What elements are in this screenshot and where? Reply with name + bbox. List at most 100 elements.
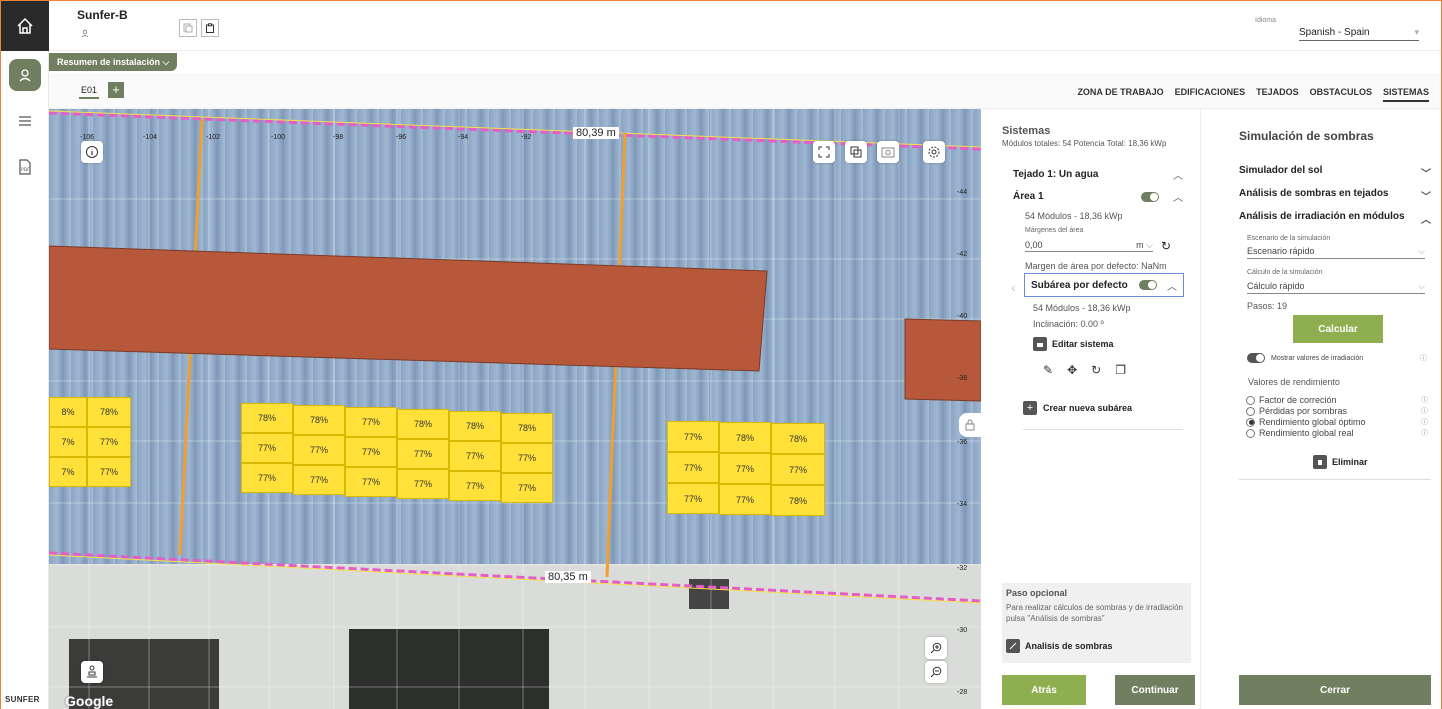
sun-simulator-accordion[interactable]: Simulador del sol ﹀ [1239, 165, 1431, 180]
screenshot-button[interactable] [877, 141, 899, 163]
module-cell[interactable]: 77% [345, 437, 397, 467]
refresh-icon[interactable]: ↻ [1161, 239, 1171, 253]
help-icon[interactable]: ⓘ [1420, 353, 1427, 363]
list-nav-button[interactable] [1, 115, 49, 127]
module-cell[interactable]: 77% [667, 452, 719, 483]
radio-optimal-performance[interactable]: Rendimiento global óptimo ⓘ [1246, 417, 1428, 427]
tab-building-e01[interactable]: E01 [79, 85, 100, 99]
module-cell[interactable]: 77% [667, 421, 719, 452]
subarea-accordion[interactable]: Subárea por defecto 1 ︿ [1024, 273, 1184, 297]
area-title: Área 1 [1013, 191, 1044, 202]
help-icon[interactable]: ⓘ [1421, 395, 1428, 405]
subarea-toggle[interactable] [1139, 280, 1157, 290]
street-view-button[interactable] [81, 661, 103, 683]
map-canvas[interactable]: -106 -104 -102 -100 -98 -96 -94 -92 -44 … [49, 109, 981, 709]
module-cell[interactable]: 77% [449, 471, 501, 501]
tab-obstaculos[interactable]: OBSTACULOS [1310, 87, 1372, 102]
zoom-in-button[interactable] [925, 637, 947, 659]
delete-button[interactable]: Eliminar [1313, 455, 1368, 469]
margins-input[interactable]: 0,00 m ⌵ [1025, 240, 1153, 252]
calc-select[interactable]: Cálculo rápido ⌵ [1247, 281, 1425, 294]
trash-icon [1313, 455, 1327, 469]
lock-button[interactable] [959, 413, 981, 437]
fullscreen-button[interactable] [813, 141, 835, 163]
user-nav-button[interactable] [9, 59, 41, 91]
module-cell[interactable]: 78% [397, 409, 449, 439]
radio-correction-factor[interactable]: Factor de correción ⓘ [1246, 395, 1428, 405]
copy-button[interactable] [179, 19, 197, 37]
help-icon[interactable]: ⓘ [1421, 406, 1428, 416]
help-icon[interactable]: ⓘ [1421, 428, 1428, 438]
duplicate-icon[interactable]: ❐ [1115, 363, 1126, 377]
module-cell[interactable]: 78% [501, 413, 553, 443]
tab-tejados[interactable]: TEJADOS [1256, 87, 1299, 102]
back-button[interactable]: Atrás [1002, 675, 1086, 705]
module-cell[interactable]: 78% [449, 411, 501, 441]
module-cell[interactable]: 7% [49, 457, 87, 487]
module-cell[interactable]: 77% [771, 454, 825, 485]
tab-edificaciones[interactable]: EDIFICACIONES [1175, 87, 1246, 102]
home-button[interactable] [1, 1, 49, 51]
module-cell[interactable]: 77% [293, 465, 345, 495]
tab-zona-de-trabajo[interactable]: ZONA DE TRABAJO [1077, 87, 1163, 102]
layers-button[interactable] [845, 141, 867, 163]
module-cell[interactable]: 78% [293, 405, 345, 435]
module-cell[interactable]: 77% [87, 427, 131, 457]
show-irradiation-toggle[interactable] [1247, 353, 1265, 363]
clipboard-button[interactable] [201, 19, 219, 37]
add-building-button[interactable]: + [108, 82, 124, 98]
module-cell[interactable]: 77% [397, 469, 449, 499]
chevron-left-icon[interactable]: ‹ [1011, 279, 1016, 295]
calculate-button[interactable]: Calcular [1293, 315, 1383, 343]
pencil-icon[interactable]: ✎ [1043, 363, 1053, 377]
module-cell[interactable]: 77% [345, 467, 397, 497]
tab-sistemas[interactable]: SISTEMAS [1382, 87, 1429, 102]
roof-accordion[interactable]: Tejado 1: Un agua ︿ [1013, 167, 1183, 182]
radio-real-performance[interactable]: Rendimiento global real ⓘ [1246, 428, 1428, 438]
rotate-icon[interactable]: ↻ [1091, 363, 1101, 377]
module-cell[interactable]: 77% [345, 407, 397, 437]
info-button[interactable] [81, 141, 103, 163]
chevron-down-icon: ▾ [1414, 27, 1419, 37]
module-cell[interactable]: 77% [501, 473, 553, 503]
module-cell[interactable]: 77% [241, 463, 293, 493]
language-select[interactable]: Spanish - Spain ▾ [1299, 27, 1419, 41]
zoom-out-button[interactable] [925, 661, 947, 683]
module-cell[interactable]: 77% [501, 443, 553, 473]
module-cell[interactable]: 77% [87, 457, 131, 487]
module-irradiation-accordion[interactable]: Análisis de irradiación en módulos ︿ [1239, 211, 1431, 226]
help-icon[interactable]: ⓘ [1421, 417, 1428, 427]
x-tick: -92 [521, 134, 532, 141]
module-cell[interactable]: 8% [49, 397, 87, 427]
chevron-up-icon: ︿ [1167, 281, 1177, 293]
pdf-nav-button[interactable]: PDF [1, 159, 49, 175]
scenario-label: Escenario de la simulación [1247, 235, 1331, 242]
radio-shadow-losses[interactable]: Pérdidas por sombras ⓘ [1246, 406, 1428, 416]
module-cell[interactable]: 78% [241, 403, 293, 433]
area-accordion[interactable]: Área 1 ︿ [1013, 189, 1183, 204]
module-cell[interactable]: 7% [49, 427, 87, 457]
new-subarea-button[interactable]: + Crear nueva subárea [1023, 401, 1132, 415]
settings-button[interactable] [923, 141, 945, 163]
continue-button[interactable]: Continuar [1115, 675, 1195, 705]
roof-shadow-accordion[interactable]: Análisis de sombras en tejados ﹀ [1239, 188, 1431, 203]
edit-system-button[interactable]: Editar sistema [1033, 337, 1114, 351]
module-cell[interactable]: 77% [449, 441, 501, 471]
installation-summary-button[interactable]: Resumen de instalación ⌵ [49, 53, 178, 71]
area-toggle[interactable] [1141, 191, 1159, 202]
move-icon[interactable]: ✥ [1067, 363, 1077, 377]
chart-icon [1006, 639, 1020, 653]
module-cell[interactable]: 77% [293, 435, 345, 465]
module-cell[interactable]: 77% [397, 439, 449, 469]
module-cell[interactable]: 77% [719, 453, 771, 484]
module-cell[interactable]: 78% [87, 397, 131, 427]
scenario-select[interactable]: Escenario rápido ⌵ [1247, 246, 1425, 259]
module-cell[interactable]: 77% [719, 484, 771, 515]
shadow-analysis-button[interactable]: Analisis de sombras [1006, 639, 1113, 653]
module-cell[interactable]: 77% [241, 433, 293, 463]
module-cell[interactable]: 78% [719, 422, 771, 453]
module-cell[interactable]: 78% [771, 423, 825, 454]
module-cell[interactable]: 78% [771, 485, 825, 516]
close-button[interactable]: Cerrar [1239, 675, 1431, 705]
module-cell[interactable]: 77% [667, 483, 719, 514]
